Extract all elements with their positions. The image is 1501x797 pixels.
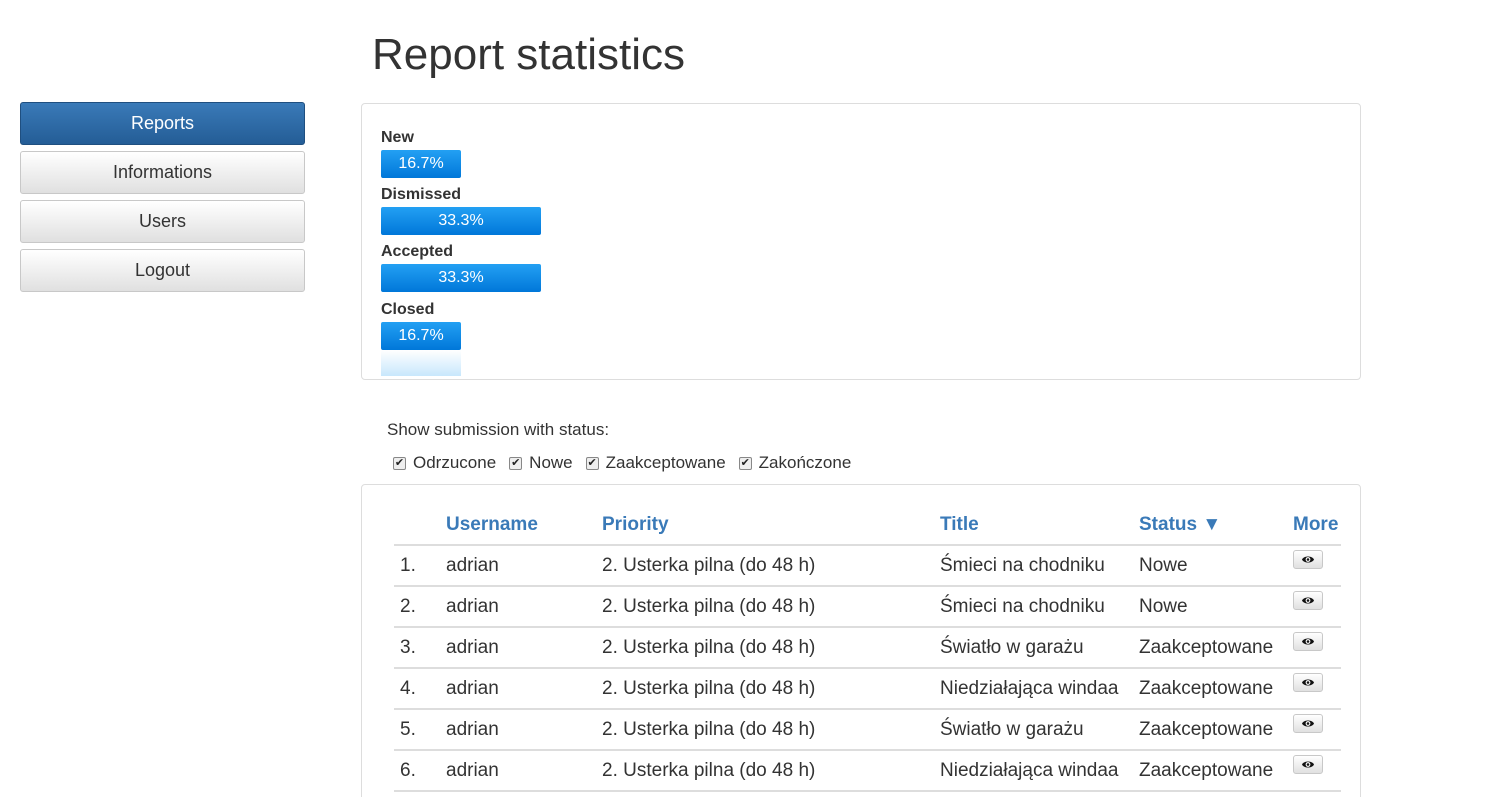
row-index: 4. (394, 668, 440, 710)
page-title: Report statistics (372, 30, 685, 79)
sidebar-item-reports[interactable]: Reports (20, 102, 305, 145)
stat-bar-reflection (381, 350, 461, 376)
sidebar-item-users[interactable]: Users (20, 200, 305, 243)
sidebar-item-logout[interactable]: Logout (20, 249, 305, 292)
filter-label: Odrzucone (413, 453, 497, 472)
row-username: adrian (440, 668, 596, 710)
eye-icon (1302, 679, 1314, 686)
stats-panel: New 16.7% Dismissed 33.3% Accepted 33.3%… (361, 103, 1361, 380)
checkbox-checked-icon[interactable]: ✔ (738, 456, 752, 470)
row-priority: 2. Usterka pilna (do 48 h) (596, 586, 934, 628)
view-details-button[interactable] (1293, 590, 1323, 610)
stat-closed: Closed 16.7% (381, 300, 461, 376)
row-more (1287, 627, 1341, 669)
view-details-button[interactable] (1293, 631, 1323, 651)
header-priority[interactable]: Priority (596, 505, 934, 546)
row-status: Zaakceptowane (1133, 627, 1287, 669)
eye-icon (1302, 638, 1314, 645)
header-status[interactable]: Status ▼ (1133, 505, 1287, 546)
stat-bar: 16.7% (381, 322, 461, 350)
row-priority: 2. Usterka pilna (do 48 h) (596, 750, 934, 792)
reports-table-panel: Username Priority Title Status ▼ More 1.… (361, 484, 1361, 797)
row-more (1287, 709, 1341, 751)
row-username: adrian (440, 627, 596, 669)
row-status: Zaakceptowane (1133, 709, 1287, 751)
stat-label: Accepted (381, 243, 454, 260)
view-details-button[interactable] (1293, 754, 1323, 774)
header-title[interactable]: Title (934, 505, 1133, 546)
row-title: Światło w garażu (934, 709, 1133, 751)
row-status: Nowe (1133, 586, 1287, 628)
header-more[interactable]: More (1287, 505, 1341, 546)
stat-label: Dismissed (381, 186, 462, 203)
table-header-row: Username Priority Title Status ▼ More (394, 505, 1341, 546)
row-index: 1. (394, 545, 440, 587)
row-more (1287, 750, 1341, 792)
row-priority: 2. Usterka pilna (do 48 h) (596, 627, 934, 669)
stat-dismissed: Dismissed 33.3% (381, 185, 541, 235)
row-more (1287, 586, 1341, 628)
stat-bar: 33.3% (381, 207, 541, 235)
row-priority: 2. Usterka pilna (do 48 h) (596, 668, 934, 710)
stat-bar: 33.3% (381, 264, 541, 292)
table-row: 3. adrian 2. Usterka pilna (do 48 h) Światł… (394, 627, 1341, 669)
view-details-button[interactable] (1293, 549, 1323, 569)
row-index: 3. (394, 627, 440, 669)
row-more (1287, 545, 1341, 587)
row-username: adrian (440, 586, 596, 628)
row-index: 5. (394, 709, 440, 751)
stat-label: New (381, 129, 414, 146)
row-title: Światło w garażu (934, 627, 1133, 669)
stat-new: New 16.7% (381, 128, 461, 178)
stat-label: Closed (381, 301, 435, 318)
header-username[interactable]: Username (440, 505, 596, 546)
stat-accepted: Accepted 33.3% (381, 242, 541, 292)
filter-title: Show submission with status: (387, 420, 610, 439)
sidebar-item-informations[interactable]: Informations (20, 151, 305, 194)
eye-icon (1302, 720, 1314, 727)
table-row: 6. adrian 2. Usterka pilna (do 48 h) Niedzi… (394, 750, 1341, 792)
filter-nowe[interactable]: ✔ Nowe (509, 453, 573, 473)
stat-bar: 16.7% (381, 150, 461, 178)
row-status: Zaakceptowane (1133, 668, 1287, 710)
table-row: 2. adrian 2. Usterka pilna (do 48 h) Śmieci… (394, 586, 1341, 628)
row-index: 6. (394, 750, 440, 792)
filter-label: Zaakceptowane (605, 453, 726, 472)
sidebar-nav: Reports Informations Users Logout (20, 102, 305, 298)
row-username: adrian (440, 709, 596, 751)
eye-icon (1302, 597, 1314, 604)
filter-zaakceptowane[interactable]: ✔ Zaakceptowane (585, 453, 726, 473)
table-row: 1. adrian 2. Usterka pilna (do 48 h) Śmieci… (394, 545, 1341, 587)
filter-label: Nowe (529, 453, 573, 472)
filter-zakonczone[interactable]: ✔ Zakończone (738, 453, 852, 473)
row-username: adrian (440, 545, 596, 587)
view-details-button[interactable] (1293, 672, 1323, 692)
checkbox-checked-icon[interactable]: ✔ (509, 456, 523, 470)
checkbox-checked-icon[interactable]: ✔ (393, 456, 406, 470)
view-details-button[interactable] (1293, 713, 1323, 733)
table-row: 5. adrian 2. Usterka pilna (do 48 h) Światł… (394, 709, 1341, 751)
row-status: Nowe (1133, 545, 1287, 587)
table-row: 4. adrian 2. Usterka pilna (do 48 h) Niedzi… (394, 668, 1341, 710)
row-username: adrian (440, 750, 596, 792)
row-more (1287, 668, 1341, 710)
row-title: Śmieci na chodniku (934, 545, 1133, 587)
status-filters: ✔ Odrzucone ✔ Nowe ✔ Zaakceptowane ✔ Zak… (393, 453, 864, 473)
header-index (394, 505, 440, 546)
row-title: Niedziałająca windaa (934, 750, 1133, 792)
reports-table: Username Priority Title Status ▼ More 1.… (394, 505, 1341, 792)
row-title: Niedziałająca windaa (934, 668, 1133, 710)
row-priority: 2. Usterka pilna (do 48 h) (596, 709, 934, 751)
filter-label: Zakończone (758, 453, 852, 472)
eye-icon (1302, 761, 1314, 768)
row-status: Zaakceptowane (1133, 750, 1287, 792)
checkbox-checked-icon[interactable]: ✔ (585, 456, 599, 470)
row-index: 2. (394, 586, 440, 628)
row-title: Śmieci na chodniku (934, 586, 1133, 628)
row-priority: 2. Usterka pilna (do 48 h) (596, 545, 934, 587)
eye-icon (1302, 556, 1314, 563)
filter-odrzucone[interactable]: ✔ Odrzucone (393, 453, 496, 473)
